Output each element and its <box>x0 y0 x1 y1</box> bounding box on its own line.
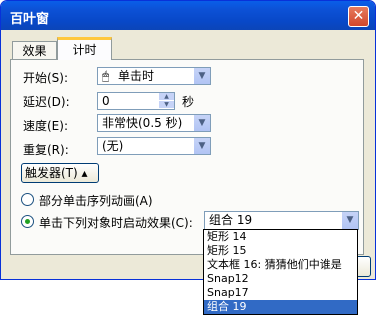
trigger-button[interactable]: 触发器(T) ▴ <box>21 163 99 183</box>
list-item-selected[interactable]: 组合 19 <box>204 300 357 314</box>
repeat-label: 重复(R): <box>23 143 69 157</box>
spin-up-icon[interactable]: ▲ <box>159 93 174 101</box>
tab-timing[interactable]: 计时 <box>57 37 112 60</box>
title-bar[interactable]: 百叶窗 ✕ <box>1 1 375 30</box>
speed-value: 非常快(0.5 秒) <box>102 116 183 130</box>
start-label: 开始(S): <box>23 71 69 85</box>
chevron-down-icon[interactable]: ▼ <box>193 115 210 131</box>
radio-click-object-label: 单击下列对象时启动效果(C): <box>39 216 193 230</box>
delay-label: 延迟(D): <box>23 95 70 109</box>
tab-effect[interactable]: 效果 <box>12 41 57 59</box>
repeat-value: (无) <box>102 139 124 153</box>
start-select[interactable]: 🖱 单击时 ▼ <box>97 67 211 85</box>
start-value: 单击时 <box>118 69 155 83</box>
list-item[interactable]: 矩形 15 <box>204 244 357 258</box>
mouse-icon: 🖱 <box>102 69 110 83</box>
spinner-buttons[interactable]: ▲ ▼ <box>159 93 174 109</box>
list-item[interactable]: Snap12 <box>204 272 357 286</box>
delay-unit: 秒 <box>182 95 195 109</box>
chevron-down-icon[interactable]: ▼ <box>193 138 210 154</box>
list-item[interactable]: Snap17 <box>204 286 357 300</box>
delay-spinner[interactable]: 0 ▲ ▼ <box>97 92 175 110</box>
repeat-select[interactable]: (无) ▼ <box>97 137 211 155</box>
speed-label: 速度(E): <box>23 119 68 133</box>
close-button[interactable]: ✕ <box>348 6 369 27</box>
spin-down-icon[interactable]: ▼ <box>159 101 174 109</box>
radio-sequence-label: 部分单击序列动画(A) <box>39 194 153 208</box>
chevron-down-icon[interactable]: ▼ <box>341 212 358 229</box>
list-item[interactable]: 矩形 14 <box>204 230 357 244</box>
chevron-down-icon[interactable]: ▼ <box>193 68 210 84</box>
list-item[interactable]: 文本框 16: 猜猜他们中谁是 <box>204 258 357 272</box>
speed-select[interactable]: 非常快(0.5 秒) ▼ <box>97 114 211 132</box>
window-title: 百叶窗 <box>10 12 50 27</box>
radio-click-object[interactable] <box>21 215 34 228</box>
delay-value: 0 <box>102 94 110 108</box>
trigger-object-value: 组合 19 <box>209 213 253 227</box>
trigger-object-list[interactable]: 矩形 14 矩形 15 文本框 16: 猜猜他们中谁是 Snap12 Snap1… <box>203 229 358 315</box>
radio-sequence[interactable] <box>21 193 34 206</box>
trigger-object-select[interactable]: 组合 19 ▼ <box>204 211 359 230</box>
